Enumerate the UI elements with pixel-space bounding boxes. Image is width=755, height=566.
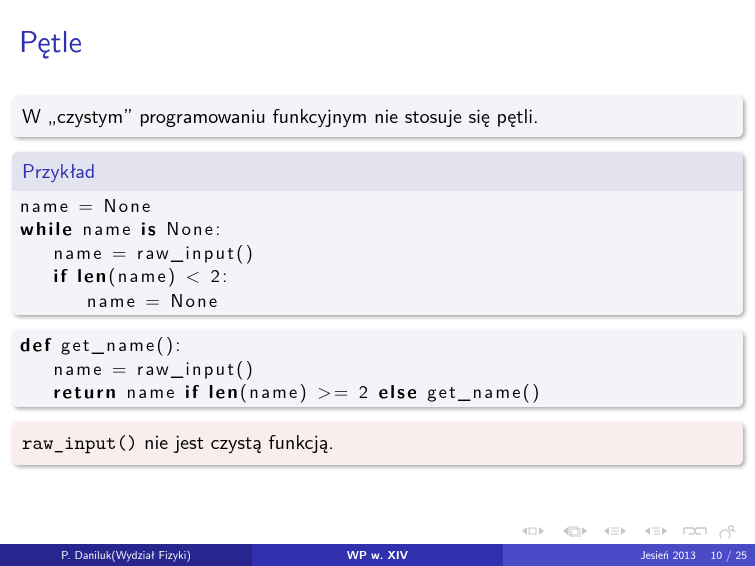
function-block: def get_name(): name = raw_input() retur… — [12, 330, 743, 407]
example-body: name = None while name is None: name = r… — [12, 191, 743, 315]
alert-block: raw_input() nie jest czystą funkcją. — [12, 422, 743, 465]
nav-slide[interactable] — [516, 525, 550, 537]
function-body: def get_name(): name = raw_input() retur… — [12, 330, 743, 407]
code-iterative: name = None while name is None: name = r… — [20, 193, 735, 311]
foot-page: 10 / 25 — [711, 544, 747, 566]
tt-text: raw_input() — [22, 430, 138, 456]
foot-right: Jesień 2013 10 / 25 — [503, 544, 755, 566]
alert-text: raw_input() nie jest czystą funkcją. — [12, 422, 743, 465]
foot-date: Jesień 2013 — [640, 544, 696, 566]
nav-subsection[interactable] — [639, 525, 673, 537]
foot-title: WP w. XIV — [252, 544, 503, 566]
code-recursive: def get_name(): name = raw_input() retur… — [20, 332, 735, 403]
nav-search-icon[interactable] — [717, 524, 737, 538]
nav-back-forward[interactable] — [680, 525, 710, 537]
footline: P. Daniluk(Wydział Fizyki) WP w. XIV Jes… — [0, 544, 755, 566]
foot-author: P. Daniluk(Wydział Fizyki) — [0, 544, 252, 566]
nav-frame[interactable] — [557, 525, 591, 537]
slide: Pętle W „czystym” programowaniu funkcyjn… — [0, 0, 755, 566]
beamer-nav — [510, 524, 737, 538]
alert-rest: nie jest czystą funkcją. — [138, 427, 334, 456]
example-block: Przykład name = None while name is None:… — [12, 152, 743, 315]
nav-section[interactable] — [598, 525, 632, 537]
example-header: Przykład — [12, 152, 743, 191]
statement-block: W „czystym” programowaniu funkcyjnym nie… — [12, 96, 743, 137]
slide-title: Pętle — [19, 18, 82, 62]
content-area: W „czystym” programowaniu funkcyjnym nie… — [12, 96, 743, 480]
statement-text: W „czystym” programowaniu funkcyjnym nie… — [12, 96, 743, 137]
